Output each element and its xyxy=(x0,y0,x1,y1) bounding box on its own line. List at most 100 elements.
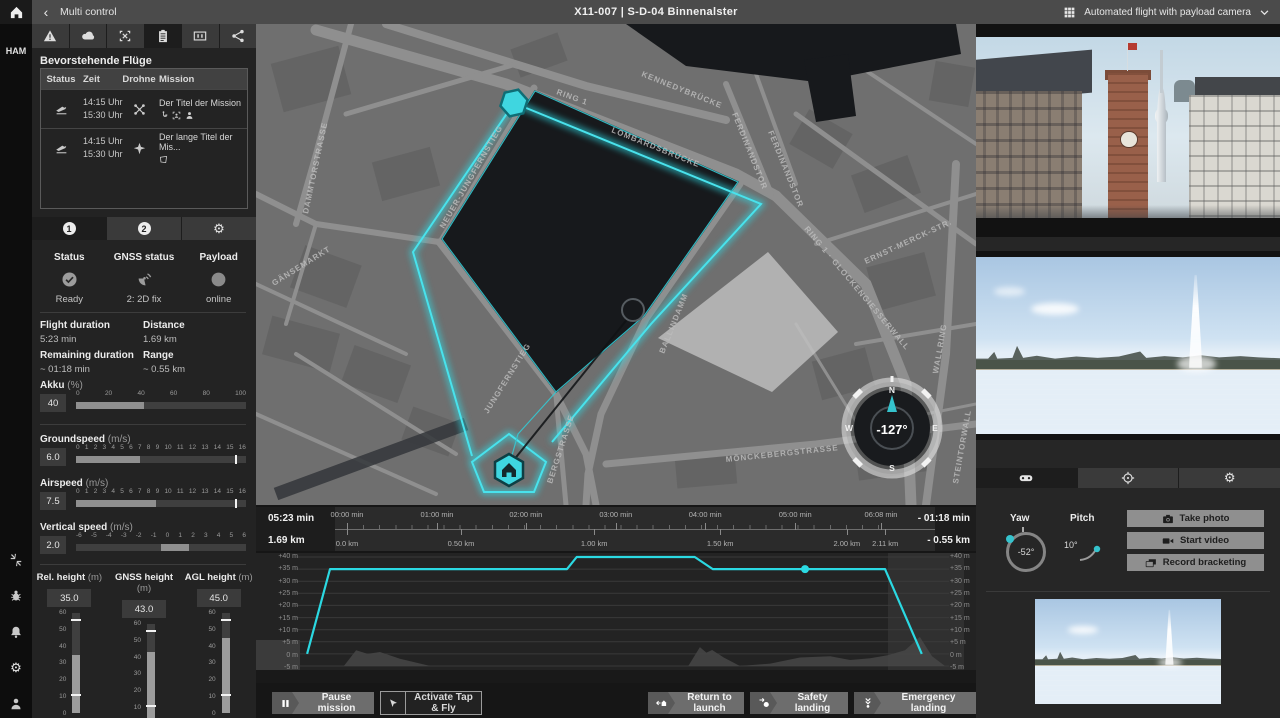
col-status: Status xyxy=(41,74,81,85)
emergency-landing-button[interactable]: Emergency landing xyxy=(854,692,976,714)
elevation-chart[interactable]: +40 m+35 m+30 m+25 m+20 m+15 m+10 m+5 m0… xyxy=(256,553,976,683)
upcoming-flights-table: Status Zeit Drohne Mission 14:15 Uhr15:3… xyxy=(40,68,248,209)
fixed-wing-icon xyxy=(133,142,146,155)
takeoff-icon xyxy=(55,142,68,155)
rel-height-value[interactable]: 35.0 xyxy=(47,589,91,607)
return-to-launch-button[interactable]: Return to launch xyxy=(648,692,744,714)
airspeed-value: 7.5 xyxy=(40,492,66,510)
yaw-indicator-dot xyxy=(1006,535,1014,543)
pause-mission-button[interactable]: Pause mission xyxy=(272,692,374,714)
notifications-bell-icon[interactable] xyxy=(0,622,32,642)
tab-weather[interactable] xyxy=(70,24,107,48)
tab-share[interactable] xyxy=(220,24,257,48)
pitch-arc[interactable] xyxy=(1078,544,1102,562)
app-title: Multi control xyxy=(60,6,117,18)
return-to-launch-icon xyxy=(648,692,675,714)
tab-payload-settings[interactable]: ⚙ xyxy=(1179,468,1280,488)
flight-mode-selector[interactable]: Automated flight with payload camera xyxy=(1063,6,1280,19)
mission-map[interactable]: KENNEDYBRÜCKE RING 1 LOMBARDSBRÜCKE FERD… xyxy=(256,24,976,505)
weather-cloud-icon xyxy=(81,29,95,43)
left-panel-toolbar xyxy=(32,24,256,48)
status-block: Status Ready xyxy=(32,252,107,305)
left-panel: Bevorstehende Flüge Status Zeit Drohne M… xyxy=(32,24,256,718)
chevron-down-icon xyxy=(1259,7,1270,18)
video-icon xyxy=(1162,535,1174,547)
bracketing-icon xyxy=(1145,557,1157,569)
time-scale[interactable]: 00:00 min01:00 min02:00 min03:00 min04:0… xyxy=(335,507,935,530)
upcoming-flights-heading: Bevorstehende Flüge xyxy=(40,55,152,67)
status-value: Ready xyxy=(32,294,107,305)
rel-height-block: Rel. height (m) 35.0 6050403020100 xyxy=(32,572,107,718)
person-icon xyxy=(185,111,194,120)
rel-height-gauge[interactable]: 6050403020100 xyxy=(54,613,84,713)
activate-tapfly-button[interactable]: Activate Tap & Fly xyxy=(380,691,482,715)
safety-landing-button[interactable]: Safety landing xyxy=(750,692,848,714)
gnss-height-value[interactable]: 43.0 xyxy=(122,600,166,618)
camera-feed-lake[interactable] xyxy=(976,257,1280,434)
pause-icon xyxy=(272,692,299,714)
clipboard-icon xyxy=(156,29,170,43)
col-zeit: Zeit xyxy=(81,74,123,85)
groundspeed-value: 6.0 xyxy=(40,448,66,466)
map-compass[interactable]: N E S W -127° xyxy=(845,376,938,474)
gnss-value: 2: 2D fix xyxy=(107,294,182,305)
mission-timeline[interactable]: 05:23 min 1.69 km - 01:18 min - 0.55 km … xyxy=(256,507,976,551)
satellite-dish-icon xyxy=(136,271,153,288)
table-row[interactable]: 14:15 Uhr15:30 Uhr Der Titel der Mission xyxy=(41,89,247,128)
agl-height-value[interactable]: 45.0 xyxy=(197,589,241,607)
take-photo-button[interactable]: Take photo xyxy=(1127,510,1264,527)
flight-mode-label: Automated flight with payload camera xyxy=(1084,7,1251,18)
gear-icon: ⚙ xyxy=(1224,470,1236,486)
home-marker[interactable] xyxy=(495,454,523,486)
start-video-button[interactable]: Start video xyxy=(1127,532,1264,549)
tab-flight-list[interactable] xyxy=(145,24,182,48)
groundspeed-slider[interactable]: 6.0 012345678910111213141516 xyxy=(40,444,246,470)
distance-scale[interactable]: 0.0 km0.50 km1.00 km1.50 km2.00 km2.11 k… xyxy=(335,530,935,552)
bug-report-icon[interactable] xyxy=(0,586,32,606)
tab-drone-settings[interactable]: ⚙ xyxy=(182,217,256,240)
settings-gear-icon[interactable]: ⚙ xyxy=(0,658,32,678)
gear-icon: ⚙ xyxy=(213,221,225,237)
tab-camera-view[interactable] xyxy=(182,24,219,48)
tab-drone-2[interactable]: 2 xyxy=(107,217,181,240)
battery-value: 40 xyxy=(40,394,66,412)
airspeed-slider[interactable]: 7.5 012345678910111213141516 xyxy=(40,488,246,514)
status-summary: Status Ready GNSS status 2: 2D fix Paylo… xyxy=(32,252,256,305)
flight-duration-value: 5:23 min xyxy=(40,334,143,345)
compass-n: N xyxy=(889,385,895,395)
user-profile-icon[interactable] xyxy=(0,694,32,714)
distance-value: 1.69 km xyxy=(143,334,246,345)
observer-icon xyxy=(172,111,181,120)
vertical-speed-slider[interactable]: 2.0 -6-5-4-3-2-10123456 xyxy=(40,532,246,558)
winch-icon xyxy=(159,111,168,120)
camera-feed-city[interactable] xyxy=(976,37,1280,218)
col-mission: Mission xyxy=(155,74,247,85)
gnss-height-gauge[interactable]: 6050403020100 xyxy=(129,624,159,718)
tab-drone-1[interactable]: 1 xyxy=(32,217,106,240)
tab-geofence[interactable] xyxy=(107,24,144,48)
drone-control-app: HAM ⚙ ‹ Multi control X11-007 | S-D-04 B… xyxy=(0,0,1280,718)
mission-actions: Pause mission Activate Tap & Fly Return … xyxy=(256,686,976,718)
tab-manual-control[interactable] xyxy=(976,468,1077,488)
gnss-block: GNSS status 2: 2D fix xyxy=(107,252,182,305)
remaining-row: Remaining duration~ 01:18 min Range~ 0.5… xyxy=(40,350,246,375)
home-icon[interactable] xyxy=(0,0,32,24)
table-row[interactable]: 14:15 Uhr15:30 Uhr Der lange Titel der M… xyxy=(41,128,247,167)
yaw-value: -52° xyxy=(1018,547,1035,557)
agl-height-gauge[interactable]: 6050403020100 xyxy=(204,613,234,713)
back-chevron-icon[interactable]: ‹ xyxy=(32,0,60,24)
drone-position-marker[interactable] xyxy=(622,299,644,321)
photo-thumbnail[interactable] xyxy=(1035,599,1221,704)
tab-warnings[interactable] xyxy=(32,24,69,48)
collapse-icon[interactable] xyxy=(0,550,32,570)
pitch-value: 10° xyxy=(1064,540,1078,550)
camera-view-icon xyxy=(193,29,207,43)
drone-tab-bar: 1 2 ⚙ xyxy=(32,217,256,240)
height-indicators: Rel. height (m) 35.0 6050403020100 GNSS … xyxy=(32,572,256,718)
current-position-dot xyxy=(801,565,809,573)
battery-slider[interactable]: 40 020406080100 xyxy=(40,390,246,416)
record-bracketing-button[interactable]: Record bracketing xyxy=(1127,554,1264,571)
payload-tab-bar: ⚙ xyxy=(976,468,1280,488)
compass-s: S xyxy=(889,463,895,473)
tab-target[interactable] xyxy=(1078,468,1179,488)
